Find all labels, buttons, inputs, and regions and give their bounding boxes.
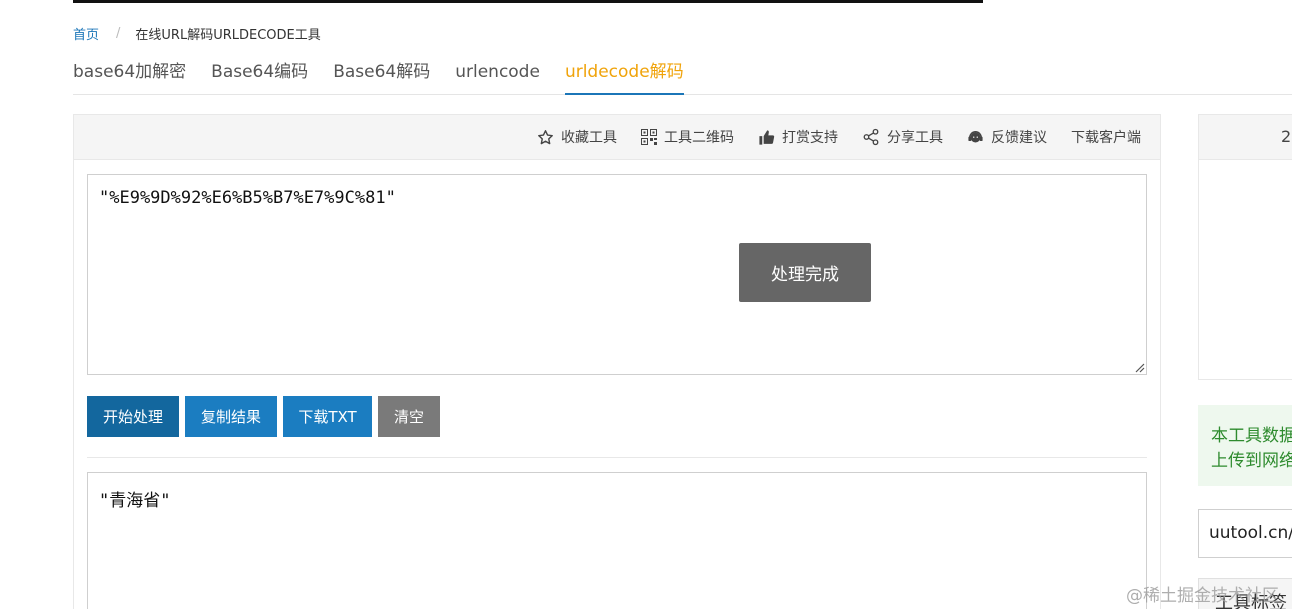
download-client-label: 下载客户端 (1071, 130, 1141, 146)
divider (87, 457, 1147, 458)
feedback-tool-button[interactable]: 反馈建议 (967, 127, 1047, 147)
privacy-notice: 本工具数据 上传到网络 (1198, 405, 1292, 486)
process-complete-toast: 处理完成 (739, 243, 871, 302)
action-buttons: 开始处理 复制结果 下载TXT 清空 (87, 396, 446, 437)
qrcode-icon (641, 129, 657, 145)
headset-icon (968, 130, 983, 142)
resize-handle-icon[interactable] (1135, 363, 1145, 373)
reward-tool-label: 打赏支持 (782, 130, 838, 146)
reward-tool-button[interactable]: 打赏支持 (758, 127, 838, 147)
clear-button[interactable]: 清空 (378, 396, 440, 437)
download-client-button[interactable]: 下载客户端 (1071, 127, 1141, 147)
start-process-button[interactable]: 开始处理 (87, 396, 179, 437)
tool-tabs: base64加解密 Base64编码 Base64解码 urlencode ur… (73, 56, 1292, 95)
tool-url-text: uutool.cn/u (1209, 523, 1292, 543)
tool-panel: 收藏工具 工具二维码 打赏支持 分享工具 反馈建议 下载客户端 "%E9%9D%… (73, 114, 1161, 609)
qrcode-tool-label: 工具二维码 (664, 130, 734, 146)
share-tool-label: 分享工具 (887, 130, 943, 146)
notice-line-1: 本工具数据 (1211, 426, 1292, 446)
favorite-tool-label: 收藏工具 (561, 130, 617, 146)
thumbs-up-icon (759, 129, 775, 145)
tab-urlencode[interactable]: urlencode (455, 56, 540, 95)
download-txt-button[interactable]: 下载TXT (283, 396, 372, 437)
tab-base64-decode[interactable]: Base64解码 (333, 56, 430, 95)
share-tool-button[interactable]: 分享工具 (862, 127, 943, 147)
favorite-tool-button[interactable]: 收藏工具 (537, 127, 617, 147)
input-text: "%E9%9D%92%E6%B5%B7%E7%9C%81" (99, 188, 396, 208)
tool-toolbar: 收藏工具 工具二维码 打赏支持 分享工具 反馈建议 下载客户端 (74, 115, 1160, 160)
output-textarea[interactable]: "青海省" (87, 472, 1147, 609)
notice-line-2: 上传到网络 (1211, 451, 1292, 471)
input-textarea[interactable]: "%E9%9D%92%E6%B5%B7%E7%9C%81" (87, 174, 1147, 375)
tab-base64-encode[interactable]: Base64编码 (211, 56, 308, 95)
top-bar (73, 0, 983, 3)
copy-result-button[interactable]: 复制结果 (185, 396, 277, 437)
side-panel-header: 2 (1199, 115, 1292, 160)
side-panel-header-text: 2 (1281, 127, 1292, 146)
output-text: "青海省" (99, 491, 171, 511)
breadcrumb-current: 在线URL解码URLDECODE工具 (135, 28, 321, 43)
watermark: @稀土掘金技术社区 (1126, 586, 1279, 606)
star-icon (538, 129, 553, 144)
tab-base64-crypt[interactable]: base64加解密 (73, 56, 186, 95)
side-panel: 2 (1198, 114, 1292, 380)
share-icon (863, 128, 879, 146)
tab-urldecode[interactable]: urldecode解码 (564, 56, 684, 95)
qrcode-tool-button[interactable]: 工具二维码 (641, 127, 734, 147)
tool-url-field[interactable]: uutool.cn/u (1198, 509, 1292, 558)
breadcrumb-separator: / (116, 26, 121, 41)
feedback-tool-label: 反馈建议 (991, 130, 1047, 146)
breadcrumb-home-link[interactable]: 首页 (73, 24, 99, 43)
breadcrumb: 首页 / 在线URL解码URLDECODE工具 (73, 24, 321, 43)
